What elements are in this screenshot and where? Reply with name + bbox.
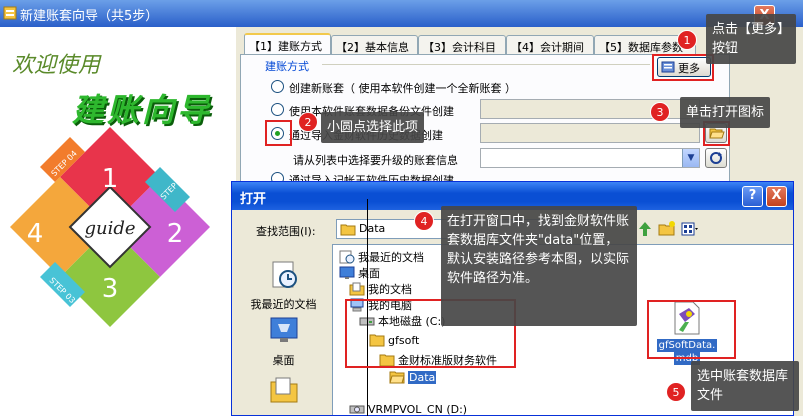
my-documents-icon[interactable]: [268, 374, 300, 406]
look-in-value: Data: [359, 222, 386, 235]
recent-icon: [339, 250, 355, 264]
desktop-small-icon: [339, 266, 355, 279]
diamond-num-3: 3: [102, 274, 119, 304]
diamond-num-4: 4: [27, 219, 44, 249]
place-desktop-label: 桌面: [272, 354, 295, 367]
account-select[interactable]: ▼: [480, 148, 700, 168]
wizard-banner: 欢迎使用 建账向导 1 2 3 4 guide STEP 01 STEP 04 …: [0, 27, 236, 416]
callout-2: 小圆点选择此项: [321, 112, 425, 143]
new-folder-icon[interactable]: [658, 220, 676, 238]
callout-1: 点击【更多】按钮: [706, 14, 796, 64]
group-label: 建账方式: [265, 60, 309, 73]
callout-4: 在打开窗口中，找到金财软件账套数据库文件夹"data"位置，默认安装路径参考本图…: [441, 206, 637, 326]
up-folder-icon[interactable]: [636, 220, 654, 238]
help-button[interactable]: ?: [742, 186, 763, 207]
place-desktop[interactable]: 桌面: [238, 314, 329, 368]
tab-accounts[interactable]: 【3】会计科目: [418, 35, 506, 55]
badge-4: 4: [414, 211, 434, 231]
highlight-mdb-file: [647, 300, 736, 359]
badge-5: 5: [666, 382, 686, 402]
wizard-titlebar: 新建账套向导（共5步）: [0, 0, 803, 27]
my-documents-small-icon: [349, 282, 365, 296]
radio-create-new[interactable]: [271, 80, 284, 93]
badge-2: 2: [298, 112, 318, 132]
diamond-num-2: 2: [167, 219, 184, 249]
group-divider: [322, 64, 650, 65]
refresh-button[interactable]: [705, 148, 727, 168]
select-account-label: 请从列表中选择要升级的账套信息: [293, 154, 458, 167]
look-in-label: 查找范围(I):: [256, 225, 316, 238]
guide-diamond: 1 2 3 4 guide STEP 01 STEP 04 STEP 03: [10, 127, 210, 327]
cd-drive-icon: [349, 405, 365, 414]
tab-create-method[interactable]: 【1】建账方式: [244, 33, 331, 55]
tree-data[interactable]: Data: [389, 370, 437, 386]
welcome-text: 欢迎使用: [12, 53, 101, 78]
recent-documents-icon: [272, 261, 297, 288]
desktop-icon: [270, 317, 297, 342]
tree-recent[interactable]: 我最近的文档: [339, 249, 424, 265]
diamond-center-text: guide: [84, 218, 135, 239]
callout-5: 选中账套数据库文件: [691, 361, 799, 411]
jincai-path-field[interactable]: [480, 123, 700, 143]
highlight-radio: [265, 120, 292, 146]
wizard-title: 新建账套向导（共5步）: [20, 9, 159, 24]
callout-3: 单击打开图标: [680, 97, 771, 128]
tab-periods[interactable]: 【4】会计期间: [506, 35, 594, 55]
radio-from-backup[interactable]: [271, 103, 284, 116]
folder-icon: [340, 224, 356, 236]
tree-desktop[interactable]: 桌面: [339, 265, 380, 281]
open-folder-data-icon: [389, 371, 405, 384]
dialog-close-button[interactable]: X: [766, 186, 787, 207]
tab-basic-info[interactable]: 【2】基本信息: [331, 35, 418, 55]
place-recent[interactable]: 我最近的文档: [238, 258, 329, 312]
app-icon: [3, 6, 17, 20]
place-recent-label: 我最近的文档: [250, 298, 317, 311]
view-menu-icon[interactable]: [680, 220, 698, 238]
option-create-new-label: 创建新账套（ 使用本软件创建一个全新账套 ）: [289, 82, 516, 95]
open-dialog-title: 打开: [240, 192, 267, 207]
places-bar: 我最近的文档 桌面: [238, 244, 329, 415]
refresh-icon: [710, 152, 722, 164]
badge-1: 1: [677, 30, 697, 50]
highlight-more-button: [652, 54, 714, 81]
diamond-num-1: 1: [102, 164, 119, 194]
tree-mydocs[interactable]: 我的文档: [349, 281, 412, 297]
badge-3: 3: [650, 102, 670, 122]
chevron-down-icon: ▼: [682, 149, 699, 167]
